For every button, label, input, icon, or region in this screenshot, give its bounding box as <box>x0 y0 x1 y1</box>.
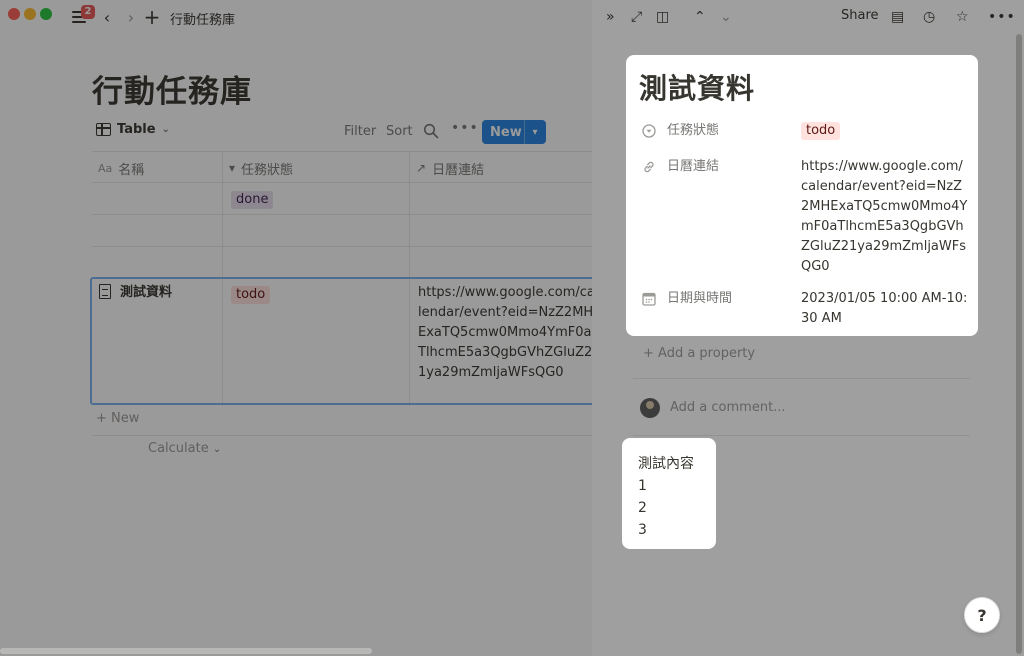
property-value[interactable]: todo <box>801 121 969 141</box>
link-icon <box>644 161 654 173</box>
property-row-calendar-link[interactable]: 日曆連結 https://www.google.com/calendar/eve… <box>640 157 970 277</box>
content-block[interactable]: 2 <box>638 497 647 519</box>
dim-overlay <box>0 0 592 656</box>
property-value[interactable]: https://www.google.com/calendar/event?ei… <box>801 157 969 277</box>
property-name: 日期與時間 <box>667 291 733 306</box>
property-name: 日曆連結 <box>667 159 720 174</box>
page-content-card: 測試內容 1 2 3 <box>622 438 716 549</box>
property-row-datetime[interactable]: 日期與時間 2023/01/05 10:00 AM-10:30 AM <box>640 289 970 329</box>
content-block[interactable]: 測試內容 <box>638 453 694 475</box>
database-page: 2 ‹ › + 行動任務庫 行動任務庫 Table ⌄ Filter Sort … <box>0 0 592 656</box>
property-row-status[interactable]: 任務狀態 todo <box>640 121 970 141</box>
status-property-icon <box>642 124 656 138</box>
content-block[interactable]: 3 <box>638 519 647 541</box>
help-button[interactable]: ? <box>964 597 1000 633</box>
horizontal-scrollbar[interactable] <box>0 648 372 654</box>
status-tag[interactable]: todo <box>801 122 841 140</box>
content-block[interactable]: 1 <box>638 475 647 497</box>
property-name: 任務狀態 <box>667 123 720 138</box>
page-properties-card: 測試資料 任務狀態 todo 日曆連結 https://www.google.c… <box>626 55 978 336</box>
page-title[interactable]: 測試資料 <box>639 67 755 107</box>
calendar-icon <box>642 292 656 306</box>
property-value[interactable]: 2023/01/05 10:00 AM-10:30 AM <box>801 289 969 329</box>
